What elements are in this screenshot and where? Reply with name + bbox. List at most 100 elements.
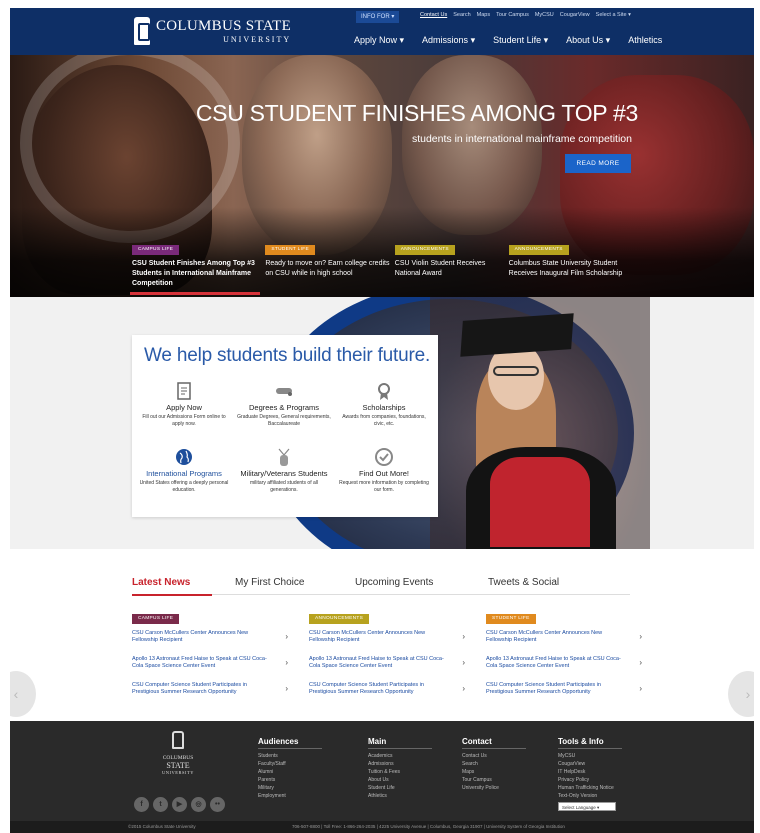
news-section: Latest News My First Choice Upcoming Eve… <box>10 549 754 721</box>
help-item-degrees[interactable]: Degrees & Programs Graduate Degrees, Gen… <box>236 381 332 427</box>
news-item[interactable]: CSU Carson McCullers Center Announces Ne… <box>132 630 292 650</box>
footer-link[interactable]: University Police <box>462 784 526 792</box>
news-item[interactable]: CSU Computer Science Student Participate… <box>309 682 469 702</box>
story-badge: STUDENT LIFE <box>265 245 315 255</box>
hero-story[interactable]: STUDENT LIFE Ready to move on? Earn coll… <box>261 237 390 295</box>
help-item-scholarships[interactable]: Scholarships Awards from companies, foun… <box>336 381 432 427</box>
footer-link[interactable]: Faculty/Staff <box>258 760 322 768</box>
footer-link[interactable]: Privacy Policy <box>558 776 622 784</box>
footer-column-main: Main Academics Admissions Tuition & Fees… <box>368 737 432 800</box>
utility-link-search[interactable]: Search <box>453 12 470 18</box>
footer-bottom-bar: ©2015 Columbus State University 706-507-… <box>10 821 754 833</box>
language-select[interactable]: Select Language ▾ <box>558 802 616 811</box>
nav-student-life[interactable]: Student Life ▾ <box>493 35 548 46</box>
footer-link[interactable]: MyCSU <box>558 752 622 760</box>
news-item[interactable]: CSU Computer Science Student Participate… <box>132 682 292 702</box>
story-title: CSU Student Finishes Among Top #3 Studen… <box>132 260 255 287</box>
help-item-find-out-more[interactable]: Find Out More! Request more information … <box>336 447 432 493</box>
utility-link-cougarview[interactable]: CougarView <box>560 12 590 18</box>
story-title: Ready to move on? Earn college credits o… <box>265 260 390 277</box>
site-logo[interactable]: COLUMBUS STATE UNIVERSITY <box>134 14 291 48</box>
news-item[interactable]: CSU Carson McCullers Center Announces Ne… <box>309 630 469 650</box>
hero-story[interactable]: ANNOUNCEMENTS CSU Violin Student Receive… <box>391 237 505 295</box>
help-item-international[interactable]: International Programs United States off… <box>136 447 232 493</box>
info-for-dropdown[interactable]: INFO FOR ▾ <box>356 11 400 23</box>
tab-my-first-choice[interactable]: My First Choice <box>235 577 304 588</box>
diploma-icon <box>276 388 292 396</box>
hero-story[interactable]: CAMPUS LIFE CSU Student Finishes Among T… <box>128 237 261 295</box>
flickr-icon[interactable]: •• <box>210 797 225 812</box>
help-item-military[interactable]: Military/Veterans Students military affi… <box>236 447 332 493</box>
nav-about-us[interactable]: About Us ▾ <box>566 35 610 46</box>
instagram-icon[interactable]: ◎ <box>191 797 206 812</box>
footer-link[interactable]: Contact Us <box>462 752 526 760</box>
footer-link[interactable]: Search <box>462 760 526 768</box>
footer-logo[interactable]: COLUMBUS STATE UNIVERSITY <box>156 731 200 775</box>
footer-link[interactable]: Tour Campus <box>462 776 526 784</box>
utility-link-maps[interactable]: Maps <box>477 12 490 18</box>
footer-link[interactable]: Human Trafficking Notice <box>558 784 622 792</box>
footer-link[interactable]: Text-Only Version <box>558 792 622 800</box>
news-item[interactable]: Apollo 13 Astronaut Fred Haise to Speak … <box>309 656 469 676</box>
footer-link[interactable]: Admissions <box>368 760 432 768</box>
footer-link[interactable]: About Us <box>368 776 432 784</box>
chevron-right-icon: › <box>285 684 288 693</box>
nav-admissions[interactable]: Admissions ▾ <box>422 35 475 46</box>
globe-icon <box>176 449 192 465</box>
help-section: We help students build their future. App… <box>10 297 754 549</box>
page: COLUMBUS STATE UNIVERSITY INFO FOR ▾ Con… <box>10 8 754 833</box>
tab-upcoming-events[interactable]: Upcoming Events <box>355 577 433 588</box>
nav-apply-now[interactable]: Apply Now ▾ <box>354 35 404 46</box>
footer-link[interactable]: Parents <box>258 776 322 784</box>
tab-latest-news[interactable]: Latest News <box>132 577 190 588</box>
news-item[interactable]: Apollo 13 Astronaut Fred Haise to Speak … <box>132 656 292 676</box>
chevron-right-icon: › <box>285 632 288 641</box>
news-item[interactable]: Apollo 13 Astronaut Fred Haise to Speak … <box>486 656 646 676</box>
help-item-desc: Awards from companies, foundations, civi… <box>342 414 426 427</box>
news-category-badge: CAMPUS LIFE <box>132 614 180 624</box>
footer-link[interactable]: CougarView <box>558 760 622 768</box>
dog-tag-icon <box>278 448 290 466</box>
footer-heading: Tools & Info <box>558 737 622 749</box>
footer-column-tools: Tools & Info MyCSU CougarView IT HelpDes… <box>558 737 622 811</box>
story-title: CSU Violin Student Receives National Awa… <box>394 260 486 277</box>
chevron-right-icon: › <box>462 658 465 667</box>
read-more-button[interactable]: READ MORE <box>565 154 631 173</box>
carousel-next-button[interactable]: › <box>728 671 754 717</box>
footer-column-audiences: Audiences Students Faculty/Staff Alumni … <box>258 737 322 800</box>
utility-link-contact[interactable]: Contact Us <box>420 12 447 18</box>
footer-link[interactable]: IT HelpDesk <box>558 768 622 776</box>
news-tabs: Latest News My First Choice Upcoming Eve… <box>132 577 630 595</box>
footer-link[interactable]: Tuition & Fees <box>368 768 432 776</box>
footer-link[interactable]: Athletics <box>368 792 432 800</box>
help-item-desc: military affiliated students of all gene… <box>250 480 318 493</box>
footer-link[interactable]: Employment <box>258 792 322 800</box>
chevron-right-icon: › <box>462 632 465 641</box>
footer-link[interactable]: Military <box>258 784 322 792</box>
youtube-icon[interactable]: ▶ <box>172 797 187 812</box>
news-item[interactable]: CSU Computer Science Student Participate… <box>486 682 646 702</box>
hero-story[interactable]: ANNOUNCEMENTS Columbus State University … <box>505 237 638 295</box>
utility-link-mycsu[interactable]: MyCSU <box>535 12 554 18</box>
help-item-title: Military/Veterans Students <box>240 469 328 478</box>
utility-select-site[interactable]: Select a Site ▾ <box>596 12 631 18</box>
footer-logo-line2: STATE <box>166 761 190 770</box>
footer-link[interactable]: Academics <box>368 752 432 760</box>
hero-subtitle: students in international mainframe comp… <box>411 133 632 145</box>
footer-link[interactable]: Alumni <box>258 768 322 776</box>
carousel-prev-button[interactable]: ‹ <box>10 671 36 717</box>
tab-tweets-social[interactable]: Tweets & Social <box>488 577 559 588</box>
footer-link[interactable]: Student Life <box>368 784 432 792</box>
chevron-right-icon: › <box>639 684 642 693</box>
nav-athletics[interactable]: Athletics <box>628 35 662 46</box>
active-story-indicator <box>130 292 260 295</box>
footer-link[interactable]: Maps <box>462 768 526 776</box>
footer-link[interactable]: Students <box>258 752 322 760</box>
help-item-title: Find Out More! <box>358 469 410 478</box>
chevron-right-icon: › <box>639 632 642 641</box>
facebook-icon[interactable]: f <box>134 797 149 812</box>
help-item-apply-now[interactable]: Apply Now Fill out our Admissions Form o… <box>136 381 232 427</box>
twitter-icon[interactable]: t <box>153 797 168 812</box>
news-item[interactable]: CSU Carson McCullers Center Announces Ne… <box>486 630 646 650</box>
utility-link-tour[interactable]: Tour Campus <box>496 12 529 18</box>
